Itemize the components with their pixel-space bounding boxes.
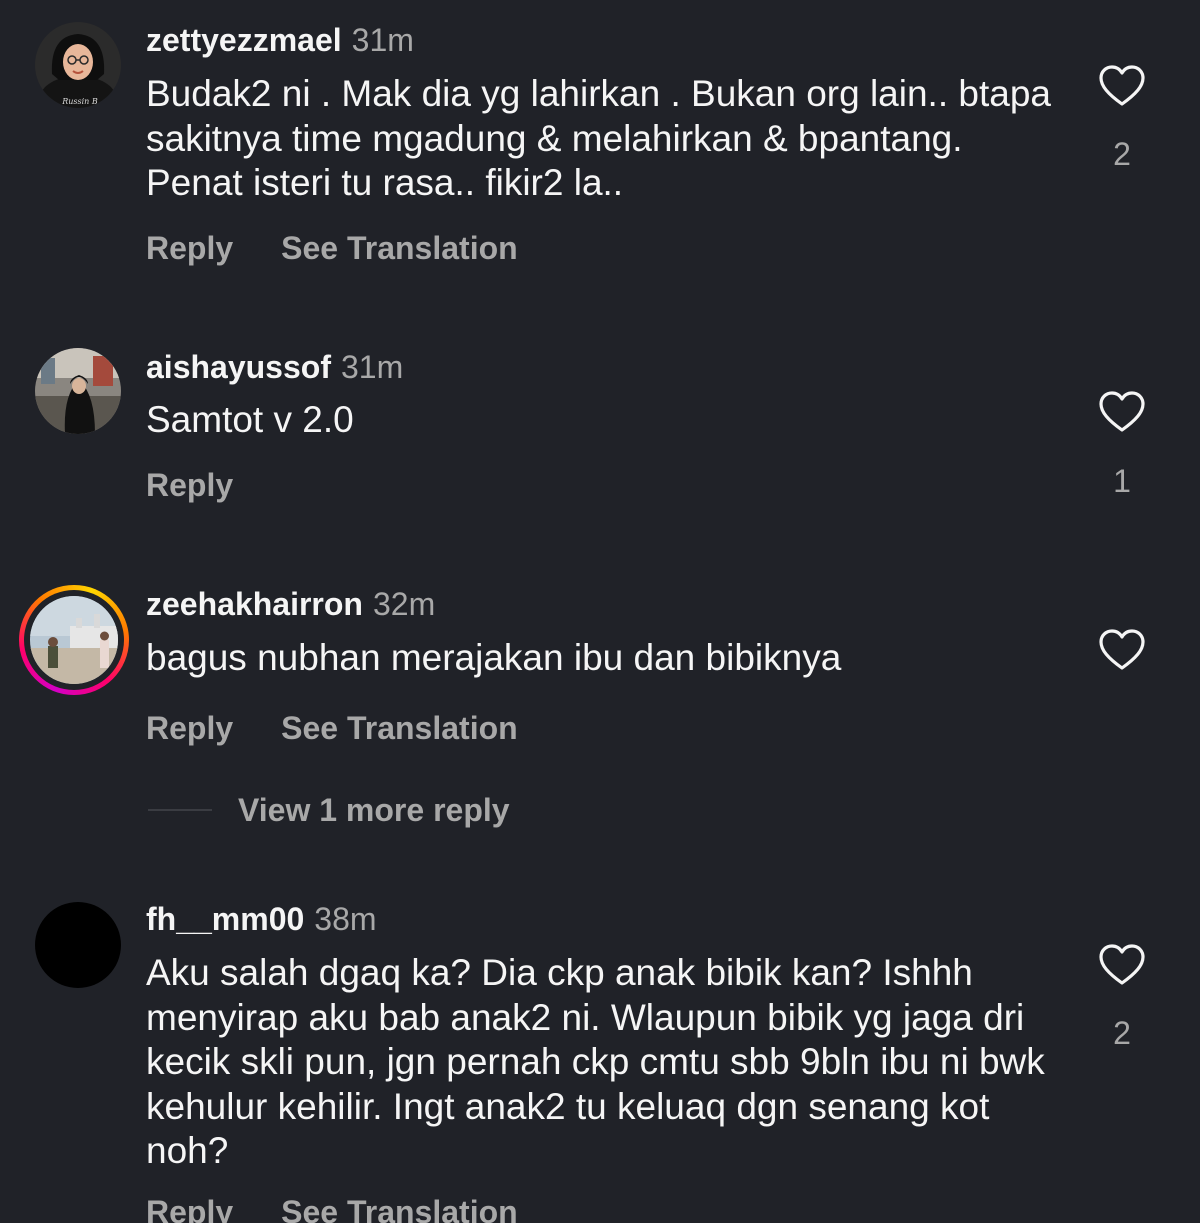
comment-actions: Reply See Translation (146, 1192, 518, 1223)
comment-actions: Reply (146, 465, 233, 505)
like-button[interactable] (1098, 390, 1146, 434)
avatar-caption: Russin B (61, 97, 98, 106)
divider-line (148, 809, 212, 811)
heart-outline-icon (1099, 629, 1145, 670)
reply-button[interactable]: Reply (146, 465, 233, 505)
view-more-replies-label[interactable]: View 1 more reply (238, 788, 510, 832)
comment-header: aishayussof 31m (146, 347, 403, 387)
comment-actions: Reply See Translation (146, 228, 518, 268)
timestamp: 32m (372, 586, 436, 622)
comment-actions: Reply See Translation (146, 708, 518, 748)
heart-outline-icon (1099, 391, 1145, 432)
see-translation-button[interactable]: See Translation (281, 228, 518, 268)
comment-text: Budak2 ni . Mak dia yg lahirkan . Bukan … (146, 73, 1051, 203)
like-button[interactable] (1098, 628, 1146, 672)
heart-outline-icon (1099, 65, 1145, 106)
avatar[interactable] (30, 596, 118, 684)
like-count: 2 (1113, 1015, 1131, 1051)
timestamp: 31m (351, 22, 414, 58)
like-count: 1 (1113, 463, 1131, 499)
reply-button[interactable]: Reply (146, 228, 233, 268)
username[interactable]: fh__mm00 (146, 901, 304, 937)
story-ring[interactable] (19, 585, 129, 695)
username[interactable]: zeehakhairron (146, 586, 363, 622)
username[interactable]: aishayussof (146, 349, 331, 385)
comment-header: zeehakhairron 32m (146, 584, 435, 624)
username[interactable]: zettyezzmael (146, 22, 342, 58)
like-button[interactable] (1098, 943, 1146, 987)
comments-list: Russin B zettyezzmael 31m Budak2 ni . Mak… (0, 0, 1200, 1223)
like-button[interactable] (1098, 64, 1146, 108)
timestamp: 31m (340, 349, 404, 385)
comment-text: Samtot v 2.0 (146, 399, 354, 440)
see-translation-button[interactable]: See Translation (281, 1192, 518, 1223)
comment-text: bagus nubhan merajakan ibu dan bibiknya (146, 637, 842, 678)
see-translation-button[interactable]: See Translation (281, 708, 518, 748)
comment-header: fh__mm00 38m (146, 899, 377, 939)
avatar[interactable]: Russin B (35, 22, 121, 108)
heart-outline-icon (1099, 944, 1145, 985)
like-count: 2 (1113, 136, 1131, 172)
reply-button[interactable]: Reply (146, 1192, 233, 1223)
comment-text: Aku salah dgaq ka? Dia ckp anak bibik ka… (146, 952, 1045, 1171)
reply-button[interactable]: Reply (146, 708, 233, 748)
avatar[interactable] (35, 348, 121, 434)
timestamp: 38m (314, 901, 377, 937)
comment-header: zettyezzmael 31m (146, 20, 414, 60)
avatar[interactable] (35, 902, 121, 988)
